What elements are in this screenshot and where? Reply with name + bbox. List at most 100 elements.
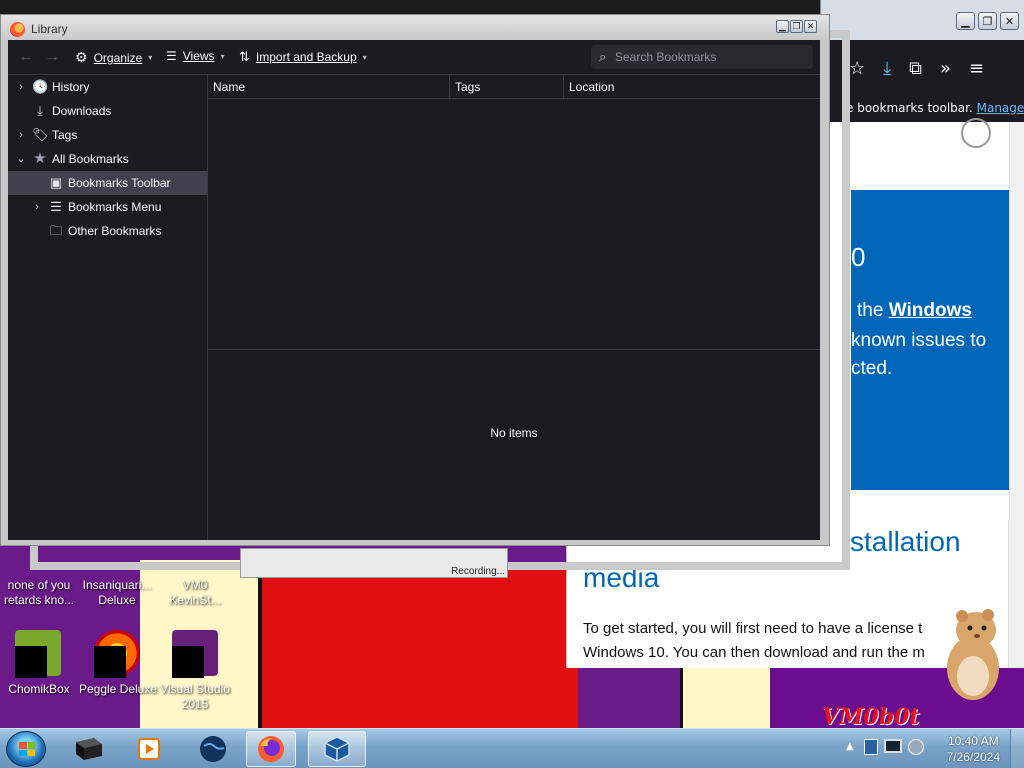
desktop-icon-label[interactable]: Insaniquari... Deluxe (80, 578, 154, 608)
browser-titlebar: ▁ ❐ ✕ (821, 0, 1024, 40)
library-toolbar: ← → ⚙ Organize ▾ ☰ Views ▾ ⇅ Import and … (8, 40, 820, 74)
minimize-button[interactable]: ▁ (776, 20, 789, 33)
recording-window: Recording... (240, 548, 508, 578)
sidebar-item-bookmarks-menu[interactable]: › ☰ Bookmarks Menu (8, 195, 207, 219)
search-bookmarks-input[interactable]: ⌕ Search Bookmarks (591, 45, 813, 69)
redaction-box (94, 646, 126, 678)
visual-studio-icon[interactable] (172, 630, 218, 678)
network-tray-icon[interactable] (884, 739, 902, 753)
taskbar-terminal-button[interactable] (64, 731, 114, 767)
close-button[interactable]: ✕ (804, 20, 817, 33)
hamster-sticker (947, 609, 999, 700)
taskbar-clock[interactable]: 10:40 AM 7/26/2024 (947, 733, 1000, 765)
bookmark-star-icon[interactable]: ☆ (849, 58, 865, 79)
window-caption-buttons: ▁ ❐ ✕ (956, 12, 1019, 30)
system-tray: ▲ 10:40 AM 7/26/2024 (838, 729, 1024, 768)
bookmarks-menu-icon: ☰ (50, 199, 62, 214)
desktop-icon-label[interactable]: none of you retards kno... (2, 578, 76, 608)
hamburger-menu-icon[interactable]: ≡ (969, 58, 984, 79)
library-content: ← → ⚙ Organize ▾ ☰ Views ▾ ⇅ Import and … (8, 40, 820, 540)
windows-link[interactable]: Windows (889, 300, 972, 321)
expand-twisty-icon[interactable]: › (16, 75, 26, 99)
recording-label: Recording... (451, 566, 505, 577)
empty-state-text: No items (490, 426, 538, 440)
search-placeholder: Search Bookmarks (615, 50, 717, 64)
sidebar-item-label: Bookmarks Menu (68, 200, 162, 214)
expand-twisty-icon[interactable]: › (16, 123, 26, 147)
sidebar-item-label: Downloads (52, 104, 112, 118)
column-header-tags[interactable]: Tags (450, 75, 564, 99)
show-desktop-button[interactable] (1010, 729, 1024, 768)
desktop-icon-label[interactable]: VM0 KevinSt... (158, 578, 232, 608)
forward-button[interactable]: → (44, 48, 60, 66)
bookmarks-list[interactable] (208, 99, 820, 349)
sidebar-item-label: Bookmarks Toolbar (68, 176, 171, 190)
start-button[interactable] (6, 731, 46, 767)
tray-overflow-icon[interactable]: ▲ (846, 741, 854, 752)
minimize-button[interactable]: ▁ (956, 12, 975, 30)
library-titlebar[interactable]: Library ▁ ❐ ✕ (1, 15, 829, 41)
wallpaper-logo: VM0b0t (822, 704, 920, 730)
list-icon: ☰ (166, 49, 177, 63)
gear-icon: ⚙ (75, 49, 88, 65)
sidebar-item-bookmarks-toolbar[interactable]: ▣ Bookmarks Toolbar (8, 171, 207, 195)
column-header-name[interactable]: Name (208, 75, 450, 99)
firefox-icon (258, 736, 284, 762)
back-button[interactable]: ← (18, 48, 34, 66)
hero-banner: 0 the Windows known issues to cted. (851, 190, 1009, 490)
desktop-icon-label[interactable]: ChomikBox (2, 682, 76, 697)
download-icon: ⤓ (37, 103, 43, 118)
views-label: Views (182, 49, 215, 63)
hero-line: known issues to (851, 330, 987, 351)
chevron-down-icon: ▾ (220, 51, 225, 61)
maximize-button[interactable]: ❐ (978, 12, 997, 30)
hero-line: the Windows (857, 300, 972, 321)
body-text: Windows 10. You can then download and ru… (583, 644, 925, 661)
taskbar-firefox-button[interactable] (246, 731, 296, 767)
close-button[interactable]: ✕ (1000, 12, 1019, 30)
sort-arrows-icon: ⇅ (239, 49, 250, 64)
firefox-icon (10, 22, 25, 37)
window-title: Library (31, 22, 68, 36)
taskbar: ▲ 10:40 AM 7/26/2024 (0, 728, 1024, 768)
sidebar-item-history[interactable]: › 🕓 History (8, 75, 207, 99)
sidebar-item-all-bookmarks[interactable]: ⌄ ★ All Bookmarks (8, 147, 207, 171)
windows-logo-icon (19, 742, 35, 756)
account-avatar-icon[interactable] (961, 118, 991, 148)
manage-bookmarks-link[interactable]: Manage bo (977, 101, 1024, 115)
expand-twisty-icon[interactable]: › (32, 195, 42, 219)
folder-icon: 🗀 (49, 223, 63, 238)
overflow-chevron-icon[interactable]: » (940, 58, 951, 79)
body-text: To get started, you will first need to h… (583, 620, 923, 637)
sidebar-item-downloads[interactable]: ⤓ Downloads (8, 99, 207, 123)
sidebar-item-label: Tags (52, 128, 78, 142)
downloads-icon[interactable]: ⤓ (883, 58, 891, 79)
import-backup-menu-button[interactable]: ⇅ Import and Backup ▾ (239, 49, 367, 65)
wallpaper-shape (680, 660, 770, 730)
chomikbox-icon[interactable] (15, 630, 61, 678)
tag-icon: 🏷 (32, 127, 49, 142)
organize-menu-button[interactable]: ⚙ Organize ▾ (75, 49, 152, 66)
taskbar-virtualbox-button[interactable] (308, 731, 366, 767)
extensions-icon[interactable]: ⧉ (909, 58, 922, 79)
library-window[interactable]: Library ▁ ❐ ✕ ← → ⚙ Organize ▾ ☰ Views ▾… (0, 14, 830, 546)
collapse-twisty-icon[interactable]: ⌄ (16, 147, 26, 171)
column-header-location[interactable]: Location (564, 75, 820, 99)
flag-tray-icon[interactable] (864, 739, 878, 755)
sidebar-item-tags[interactable]: › 🏷 Tags (8, 123, 207, 147)
page-scrollbar[interactable] (1008, 520, 1024, 668)
wallpaper-shape (258, 570, 578, 730)
sidebar-item-label: History (52, 80, 90, 94)
desktop-icon-label[interactable]: Visual Studio 2015 (156, 682, 234, 712)
clock-time: 10:40 AM (947, 734, 999, 748)
sidebar-item-other-bookmarks[interactable]: 🗀 Other Bookmarks (8, 219, 207, 243)
hero-number: 0 (851, 242, 866, 272)
taskbar-media-player-button[interactable] (124, 731, 174, 767)
desktop-icon-label[interactable]: Peggle Deluxe (78, 682, 158, 697)
volume-tray-icon[interactable] (908, 739, 924, 755)
peggle-icon[interactable] (94, 630, 140, 678)
taskbar-globe-button[interactable] (188, 731, 238, 767)
maximize-button[interactable]: ❐ (790, 20, 803, 33)
import-backup-label: Import and Backup (255, 50, 357, 64)
views-menu-button[interactable]: ☰ Views ▾ (166, 49, 225, 63)
